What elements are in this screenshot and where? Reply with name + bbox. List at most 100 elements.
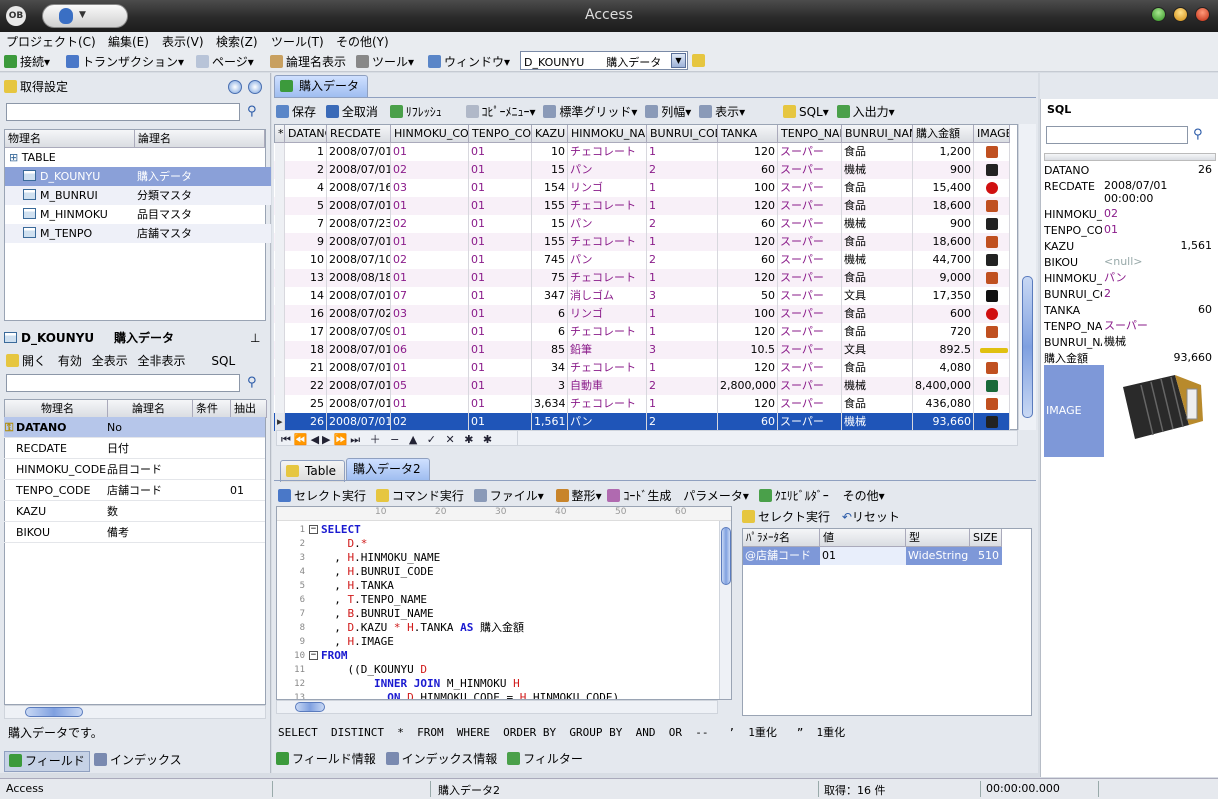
table-row[interactable]: 21 2008/07/01 01 01 34 チェコレート 1 120 スーパー 食品 4,080 xyxy=(274,359,1010,377)
cell-tanka[interactable]: 60 xyxy=(718,161,778,179)
cell-tenpo-name[interactable]: スーパー xyxy=(778,179,842,197)
cell-datano[interactable]: 10 xyxy=(285,251,327,269)
cell-recdate[interactable]: 2008/07/01 xyxy=(327,413,391,431)
menu-tools[interactable]: ツール(T) xyxy=(271,33,324,50)
query-builder-button[interactable]: ｸｴﾘﾋﾞﾙﾀﾞｰ xyxy=(775,489,829,503)
cell-image[interactable] xyxy=(974,179,1010,197)
col-tanka[interactable]: TANKA xyxy=(718,125,778,143)
table-row[interactable]: 25 2008/07/01 01 01 3,634 チェコレート 1 120 スーパー 食品 436… xyxy=(274,395,1010,413)
cell-bunrui-name[interactable]: 機械 xyxy=(842,377,913,395)
cell-tenpo-code[interactable]: 01 xyxy=(469,251,532,269)
cell-recdate[interactable]: 2008/07/01 xyxy=(327,287,391,305)
cell-datano[interactable]: 18 xyxy=(285,341,327,359)
menu-other[interactable]: その他(Y) xyxy=(336,33,389,50)
cell-image[interactable] xyxy=(974,359,1010,377)
pin-icon[interactable] xyxy=(248,80,262,94)
cell-hinmoku-code[interactable]: 01 xyxy=(391,359,469,377)
cell-hinmoku-code[interactable]: 03 xyxy=(391,305,469,323)
tab-table[interactable]: Table xyxy=(280,460,346,482)
cell-tenpo-code[interactable]: 01 xyxy=(469,323,532,341)
record-field[interactable]: BUNRUI_NAM機械 xyxy=(1044,335,1216,351)
cell-tenpo-code[interactable]: 01 xyxy=(469,269,532,287)
table-row[interactable]: 17 2008/07/09 01 01 6 チェコレート 1 120 スーパー 食品 720 xyxy=(274,323,1010,341)
tab-fields[interactable]: フィールド xyxy=(4,751,90,772)
cell-bunrui-code[interactable]: 1 xyxy=(647,395,718,413)
cell-hinmoku-name[interactable]: チェコレート xyxy=(568,269,647,287)
show-all-button[interactable]: 全表示 xyxy=(92,354,128,368)
cell-tenpo-name[interactable]: スーパー xyxy=(778,215,842,233)
table-row[interactable]: 10 2008/07/10 02 01 745 パン 2 60 スーパー 機械 44,700 xyxy=(274,251,1010,269)
editor-vscrollbar[interactable] xyxy=(719,521,731,699)
cell-bunrui-name[interactable]: 食品 xyxy=(842,179,913,197)
cell-hinmoku-code[interactable]: 02 xyxy=(391,413,469,431)
cell-image[interactable] xyxy=(974,233,1010,251)
cell-image[interactable] xyxy=(974,323,1010,341)
import-export-button[interactable]: 入出力 xyxy=(853,105,889,119)
record-field[interactable]: BIKOU <null> xyxy=(1044,255,1216,271)
open-table-icon[interactable] xyxy=(692,54,705,67)
cell-tenpo-name[interactable]: スーパー xyxy=(778,233,842,251)
cell-recdate[interactable]: 2008/07/01 xyxy=(327,233,391,251)
col-tenpo-code[interactable]: TENPO_CODE xyxy=(469,125,532,143)
cell-tanka[interactable]: 100 xyxy=(718,305,778,323)
cell-kazu[interactable]: 6 xyxy=(532,323,568,341)
cell-recdate[interactable]: 2008/07/09 xyxy=(327,323,391,341)
cell-bunrui-code[interactable]: 3 xyxy=(647,341,718,359)
row-selector[interactable] xyxy=(275,359,285,377)
cell-kazu[interactable]: 155 xyxy=(532,233,568,251)
cell-hinmoku-code[interactable]: 03 xyxy=(391,179,469,197)
cell-hinmoku-name[interactable]: 消しゴム xyxy=(568,287,647,305)
record-field[interactable]: DATANO 26 xyxy=(1044,163,1216,179)
tool-button[interactable]: ツール▾ xyxy=(356,53,414,70)
cell-tenpo-name[interactable]: スーパー xyxy=(778,197,842,215)
cell-kazu[interactable]: 15 xyxy=(532,215,568,233)
cell-hinmoku-name[interactable]: パン xyxy=(568,251,647,269)
cell-image[interactable] xyxy=(974,341,1010,359)
cell-datano[interactable]: 26 xyxy=(285,413,327,431)
cell-bunrui-name[interactable]: 食品 xyxy=(842,269,913,287)
cell-購入金額[interactable]: 9,000 xyxy=(913,269,974,287)
col-hinmoku-code[interactable]: HINMOKU_CODE xyxy=(391,125,469,143)
cell-image[interactable] xyxy=(974,251,1010,269)
cell-hinmoku-code[interactable]: 01 xyxy=(391,323,469,341)
format-button[interactable]: 整形 xyxy=(572,489,596,503)
cell-hinmoku-name[interactable]: リンゴ xyxy=(568,179,647,197)
maximize-button[interactable] xyxy=(1173,7,1188,22)
table-row[interactable]: 9 2008/07/01 01 01 155 チェコレート 1 120 スーパー 食品 18,600 xyxy=(274,233,1010,251)
cell-kazu[interactable]: 347 xyxy=(532,287,568,305)
scroll-thumb[interactable] xyxy=(25,707,83,717)
cell-image[interactable] xyxy=(974,413,1010,431)
field-row-tenpo-code[interactable]: TENPO_CODE 店舗コード 01 xyxy=(4,480,265,501)
enable-button[interactable]: 有効 xyxy=(58,354,82,368)
cell-datano[interactable]: 21 xyxy=(285,359,327,377)
tab-index-info[interactable]: インデックス情報 xyxy=(402,752,498,766)
col-datano[interactable]: DATANO xyxy=(285,125,327,143)
cell-bunrui-code[interactable]: 1 xyxy=(647,197,718,215)
cell-bunrui-code[interactable]: 2 xyxy=(647,251,718,269)
cell-datano[interactable]: 14 xyxy=(285,287,327,305)
cell-recdate[interactable]: 2008/07/23 xyxy=(327,215,391,233)
sql-editor[interactable]: 10 20 30 40 50 60 1− SELECT 2 D.* 3 , H.HIN… xyxy=(276,506,732,700)
window-button[interactable]: ウィンドウ▾ xyxy=(428,53,510,70)
cell-tenpo-code[interactable]: 01 xyxy=(469,305,532,323)
col-image[interactable]: IMAGE xyxy=(974,125,1010,143)
cell-recdate[interactable]: 2008/07/10 xyxy=(327,251,391,269)
table-row[interactable]: 4 2008/07/16 03 01 154 リンゴ 1 100 スーパー 食品 15,400 xyxy=(274,179,1010,197)
cell-tenpo-code[interactable]: 01 xyxy=(469,179,532,197)
cell-hinmoku-name[interactable]: パン xyxy=(568,161,647,179)
record-field[interactable]: BUNRUI_COD2 xyxy=(1044,287,1216,303)
row-selector[interactable] xyxy=(275,377,285,395)
record-field[interactable]: RECDATE 2008/07/01 00:00:00 xyxy=(1044,179,1216,205)
other-button[interactable]: その他 xyxy=(843,489,879,503)
tab-kounyu-data-2[interactable]: 購入データ2 xyxy=(346,458,430,480)
cell-bunrui-name[interactable]: 機械 xyxy=(842,413,913,431)
cell-購入金額[interactable]: 1,200 xyxy=(913,143,974,161)
cell-hinmoku-name[interactable]: 鉛筆 xyxy=(568,341,647,359)
cell-tanka[interactable]: 120 xyxy=(718,359,778,377)
tree-root[interactable]: ⊞ TABLE xyxy=(5,148,271,167)
cell-datano[interactable]: 7 xyxy=(285,215,327,233)
cell-hinmoku-name[interactable]: パン xyxy=(568,413,647,431)
cell-購入金額[interactable]: 18,600 xyxy=(913,233,974,251)
record-field[interactable]: HINMOKU_NAパン xyxy=(1044,271,1216,287)
tab-filter[interactable]: フィルター xyxy=(523,752,583,766)
